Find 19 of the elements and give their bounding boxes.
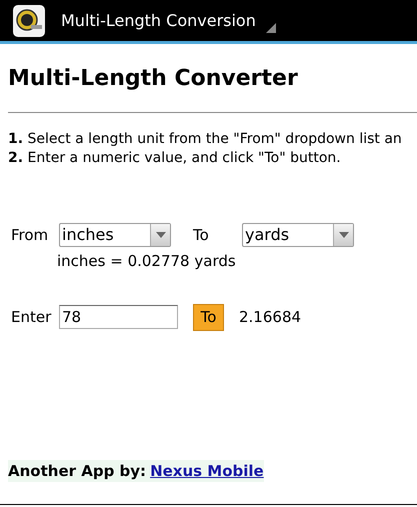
instruction-text: 1. Select a length unit from the "From" dropdown list an [8, 130, 403, 149]
enter-label: Enter [11, 306, 52, 328]
footer-text: Another App by: [8, 460, 146, 482]
developer-link[interactable]: Nexus Mobile [146, 460, 264, 482]
from-dropdown[interactable]: inches [59, 223, 171, 247]
from-label: From [11, 224, 50, 246]
page-heading: Multi-Length Converter [8, 65, 299, 93]
tape-measure-icon [13, 4, 45, 36]
conversion-ratio: inches = 0.02778 yards [57, 251, 237, 272]
to-label: To [193, 224, 210, 246]
caret-icon [156, 232, 166, 238]
corner-icon [266, 22, 276, 32]
caret-icon [338, 232, 348, 238]
to-button[interactable]: To [193, 304, 224, 330]
value-input[interactable]: 78 [59, 305, 178, 329]
to-dropdown[interactable]: yards [242, 223, 354, 247]
result-value: 2.16684 [239, 306, 302, 328]
app-title: Multi-Length Conversion [61, 10, 256, 32]
instruction-text: 2. Enter a numeric value, and click "To" button. [8, 149, 342, 168]
